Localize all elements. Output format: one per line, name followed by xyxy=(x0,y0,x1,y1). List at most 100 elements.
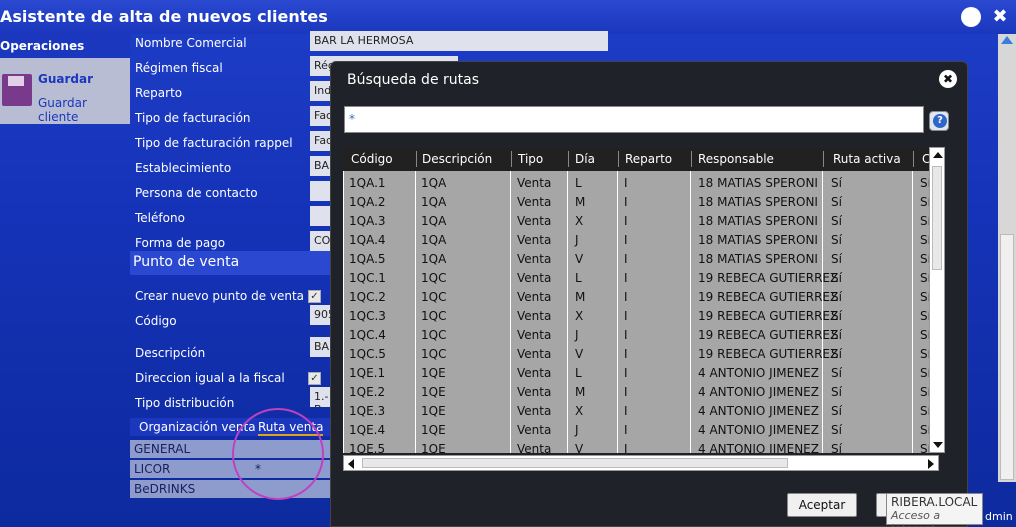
form-value-field[interactable]: BAR LA HERMOSA xyxy=(310,31,608,51)
table-row[interactable]: 1QE.2 1QE Venta M I 4 ANTONIO JIMENEZ Sí Sí xyxy=(343,383,929,402)
search-input[interactable]: * xyxy=(344,106,924,133)
form-value-field[interactable]: Fac xyxy=(310,106,330,126)
table-cell: 18 MATIAS SPERONI xyxy=(698,214,818,228)
floppy-disk-icon[interactable] xyxy=(2,74,32,106)
grid-vscroll-thumb[interactable] xyxy=(932,166,942,270)
table-row[interactable]: 1QC.21QCVentaMI19 REBECA GUTIERREZSíSí xyxy=(343,288,929,307)
table-cell: 1QA.3 xyxy=(349,214,386,228)
form-value-field[interactable]: Ind xyxy=(310,81,330,101)
table-row[interactable]: 1QA.3 1QA Venta X I 18 MATIAS SPERONI Sí Sí xyxy=(343,212,929,231)
table-cell: 1QC xyxy=(421,290,447,304)
table-cell: Sí xyxy=(920,176,929,190)
grid-col-header[interactable]: Responsable xyxy=(698,152,774,166)
table-row[interactable]: 1QC.51QCVentaVI19 REBECA GUTIERREZSíSí xyxy=(343,345,929,364)
table-row[interactable]: 1QE.3 1QE Venta X I 4 ANTONIO JIMENEZ Sí Sí xyxy=(343,402,929,421)
grid-col-header[interactable]: Día xyxy=(575,152,595,166)
table-cell: Sí xyxy=(920,271,929,285)
grid-hscroll[interactable] xyxy=(343,455,939,471)
grid-col-header[interactable]: Reparto xyxy=(625,152,672,166)
table-cell: I xyxy=(624,442,628,453)
table-row[interactable]: 1QE.4 1QE Venta J I 4 ANTONIO JIMENEZ Sí Sí xyxy=(343,421,929,440)
close-x-icon[interactable]: ✖ xyxy=(990,7,1010,27)
table-cell: Sí xyxy=(920,252,929,266)
table-cell: Sí xyxy=(920,233,929,247)
table-cell: 4 ANTONIO JIMENEZ xyxy=(698,423,819,437)
checkbox[interactable]: ✓ xyxy=(308,372,321,385)
table-row[interactable]: 1QA.4 1QA Venta J I 18 MATIAS SPERONI Sí Sí xyxy=(343,231,929,250)
table-row[interactable]: 1QA.2 1QA Venta M I 18 MATIAS SPERONI Sí Sí xyxy=(343,193,929,212)
table-cell: Sí xyxy=(920,423,929,437)
table-cell: Sí xyxy=(920,214,929,228)
grid-col-header[interactable]: Ca xyxy=(922,152,929,166)
table-row[interactable]: 1QA.5 1QA Venta V I 18 MATIAS SPERONI Sí Sí xyxy=(343,250,929,269)
table-cell: 18 MATIAS SPERONI xyxy=(698,252,818,266)
table-cell: 4 ANTONIO JIMENEZ xyxy=(698,385,819,399)
table-cell: Sí xyxy=(831,271,842,285)
scroll-right-arrow-icon[interactable] xyxy=(928,459,934,469)
table-cell: 1QA.2 xyxy=(349,195,386,209)
pv-value-field[interactable]: 1.-B xyxy=(310,387,330,407)
table-row[interactable]: 1QE.5 1QE Venta V I 4 ANTONIO JIMENEZ Sí Sí xyxy=(343,440,929,453)
scroll-up-icon[interactable] xyxy=(1001,36,1013,44)
form-label: Establecimiento xyxy=(135,161,232,175)
scroll-left-arrow-icon[interactable] xyxy=(348,459,354,469)
pv-value-field[interactable]: 905 xyxy=(310,305,330,325)
accept-button[interactable]: Aceptar xyxy=(787,493,857,517)
table-cell: Sí xyxy=(831,404,842,418)
table-cell: Sí xyxy=(920,366,929,380)
table-cell: J xyxy=(575,328,579,342)
table-cell: Venta xyxy=(517,233,552,247)
scroll-thumb[interactable] xyxy=(1000,234,1014,480)
table-cell: Sí xyxy=(920,404,929,418)
form-value-field[interactable] xyxy=(310,181,330,201)
grid-header: Código Descripción Tipo Día Reparto Responsab… xyxy=(343,147,929,171)
form-value-field[interactable]: Fac xyxy=(310,131,330,151)
table-cell: Sí xyxy=(920,385,929,399)
table-cell: I xyxy=(624,214,628,228)
table-cell: 1QE.3 xyxy=(349,404,386,418)
table-cell: 1QC.3 xyxy=(349,309,386,323)
table-cell: V xyxy=(575,347,584,361)
tooltip-line1: RIBERA.LOCAL xyxy=(891,495,978,509)
table-cell: 18 MATIAS SPERONI xyxy=(698,233,818,247)
checkbox[interactable]: ✓ xyxy=(308,290,321,303)
dialog-close-icon[interactable]: ✖ xyxy=(939,70,957,88)
route-search-dialog: Búsqueda de rutas ✖ * Código Descripción T… xyxy=(330,61,968,527)
grid-col-header[interactable]: Descripción xyxy=(422,152,492,166)
grid-col-separator xyxy=(568,151,569,167)
table-row[interactable]: 1QC.41QCVentaJI19 REBECA GUTIERREZSíSí xyxy=(343,326,929,345)
circle-icon[interactable] xyxy=(961,7,981,27)
table-cell: 1QE.2 xyxy=(349,385,386,399)
grid-vscroll[interactable] xyxy=(929,147,945,453)
grid-col-header[interactable]: Ruta activa xyxy=(833,152,901,166)
grid-col-header[interactable]: Código xyxy=(351,152,393,166)
scroll-up-arrow-icon[interactable] xyxy=(933,152,943,158)
main-scrollbar[interactable] xyxy=(998,34,1016,482)
network-tooltip: RIBERA.LOCAL Acceso a Internet xyxy=(886,493,983,527)
grid-col-header[interactable]: Tipo xyxy=(518,152,543,166)
table-cell: Venta xyxy=(517,176,552,190)
table-cell: I xyxy=(624,271,628,285)
form-value-field[interactable]: BA xyxy=(310,156,330,176)
table-row[interactable]: 1QE.1 1QE Venta L I 4 ANTONIO JIMENEZ Sí Sí xyxy=(343,364,929,383)
table-row[interactable]: 1QC.11QCVentaLI19 REBECA GUTIERREZSíSí xyxy=(343,269,929,288)
grid-col-separator xyxy=(511,151,512,167)
pv-value-field[interactable]: BA xyxy=(310,337,330,357)
window-title: Asistente de alta de nuevos clientes xyxy=(0,7,328,26)
grid-col-separator xyxy=(416,151,417,167)
grid-hscroll-thumb[interactable] xyxy=(362,458,788,468)
table-cell: 1QE.1 xyxy=(349,366,386,380)
scroll-down-arrow-icon[interactable] xyxy=(933,442,943,448)
table-cell: M xyxy=(575,195,586,209)
form-value-field[interactable]: CO xyxy=(310,231,330,251)
table-cell: Venta xyxy=(517,214,552,228)
operations-header: Operaciones xyxy=(0,34,130,58)
help-icon[interactable] xyxy=(929,111,949,131)
table-cell: 1QC.2 xyxy=(349,290,386,304)
save-button-title[interactable]: Guardar xyxy=(38,72,93,86)
table-row[interactable]: 1QC.31QCVentaXI19 REBECA GUTIERREZSíSí xyxy=(343,307,929,326)
table-row[interactable]: 1QA.1 1QA Venta L I 18 MATIAS SPERONI Sí Sí xyxy=(343,174,929,193)
table-cell: L xyxy=(575,176,582,190)
save-client-link[interactable]: Guardar cliente xyxy=(38,96,130,124)
form-value-field[interactable] xyxy=(310,206,330,226)
